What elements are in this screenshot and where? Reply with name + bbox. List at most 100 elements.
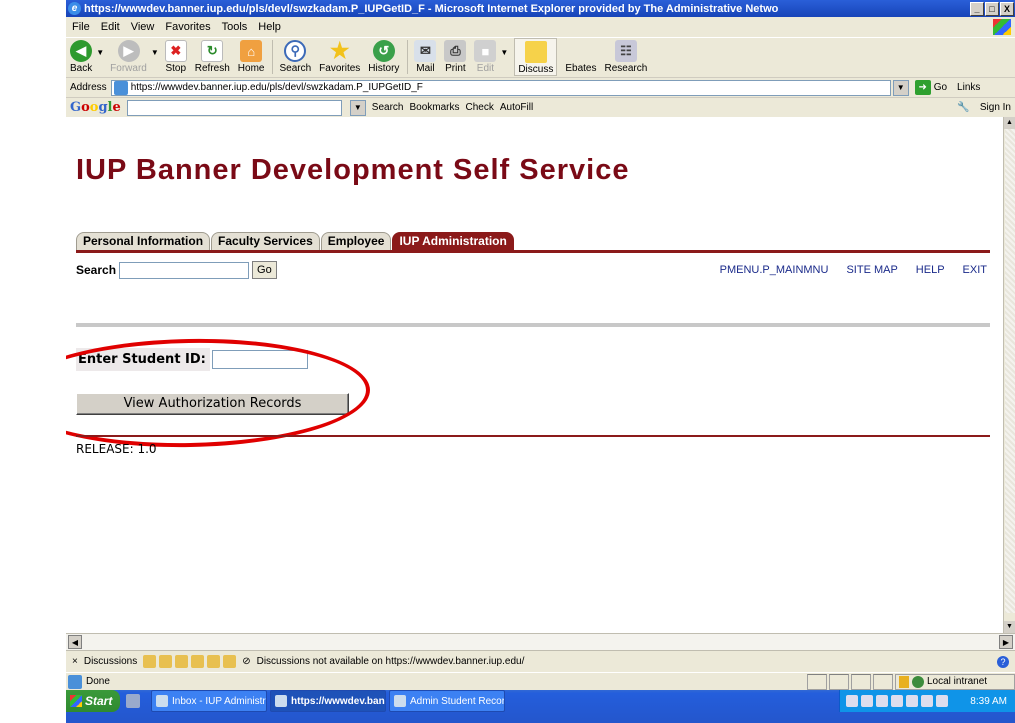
back-dropdown-icon[interactable]: ▼ [96, 48, 104, 57]
scroll-left-icon[interactable]: ◀ [68, 635, 82, 649]
refresh-button[interactable]: ↻ Refresh [195, 38, 230, 74]
discussion-icon[interactable] [207, 655, 221, 668]
discussion-icon[interactable] [223, 655, 237, 668]
scroll-right-icon[interactable]: ▶ [999, 635, 1013, 649]
ebates-button[interactable]: Ebates [565, 38, 596, 74]
task-browser[interactable]: https://wwwdev.ban... [270, 690, 386, 712]
tray-icon[interactable] [936, 695, 948, 707]
address-label: Address [70, 82, 107, 93]
discussion-icon[interactable] [191, 655, 205, 668]
scroll-up-icon[interactable]: ▲ [1004, 117, 1015, 129]
start-button[interactable]: Start [66, 690, 120, 712]
tray-icon[interactable] [891, 695, 903, 707]
status-cell [873, 673, 893, 690]
back-label: Back [70, 63, 93, 74]
edit-button[interactable]: ■ Edit [474, 38, 497, 74]
ie-icon: e [68, 2, 81, 15]
tab-faculty-services[interactable]: Faculty Services [211, 232, 320, 250]
stop-button[interactable]: ✖ Stop [164, 38, 187, 74]
discussions-menu[interactable]: Discussions [84, 656, 137, 667]
quick-launch[interactable] [126, 690, 148, 712]
window-title-bar[interactable]: e https://wwwdev.banner.iup.edu/pls/devl… [66, 0, 1015, 17]
link-main-menu[interactable]: PMENU.P_MAINMNU [720, 264, 829, 276]
clock[interactable]: 8:39 AM [970, 696, 1007, 707]
word-icon [394, 695, 406, 707]
address-dropdown-icon[interactable]: ▼ [892, 79, 909, 96]
google-dropdown-icon[interactable]: ▼ [349, 99, 366, 116]
google-sign-in-button[interactable]: Sign In [980, 102, 1011, 113]
print-button[interactable]: ⎙ Print [444, 38, 467, 74]
favorites-button[interactable]: ★ Favorites [319, 38, 360, 74]
task-label: Admin Student Record R... [410, 695, 505, 707]
security-zone[interactable]: Local intranet [895, 673, 1015, 690]
scroll-down-icon[interactable]: ▼ [1004, 621, 1015, 633]
discussion-icon[interactable] [159, 655, 173, 668]
back-arrow-icon: ◀ [70, 40, 93, 62]
tray-icon[interactable] [876, 695, 888, 707]
discussion-icon[interactable] [175, 655, 189, 668]
address-input[interactable]: https://wwwdev.banner.iup.edu/pls/devl/s… [110, 79, 891, 96]
link-exit[interactable]: EXIT [963, 264, 987, 276]
forward-dropdown-icon[interactable]: ▼ [151, 48, 159, 57]
zone-label: Local intranet [927, 676, 988, 687]
tab-personal-information[interactable]: Personal Information [76, 232, 211, 250]
tray-icon[interactable] [846, 695, 858, 707]
tab-employee[interactable]: Employee [320, 232, 392, 250]
edit-dropdown-icon[interactable]: ▼ [500, 48, 508, 57]
menu-tools[interactable]: Tools [222, 21, 248, 33]
google-search-input[interactable] [126, 99, 342, 116]
google-bookmarks-button[interactable]: Bookmarks [409, 102, 459, 113]
menu-view[interactable]: View [131, 21, 155, 33]
mail-button[interactable]: ✉ Mail [414, 38, 437, 74]
task-inbox[interactable]: Inbox - IUP Administrativ... [151, 690, 267, 712]
history-button[interactable]: ↺ History [368, 38, 399, 74]
google-search-button[interactable]: Search [372, 102, 404, 113]
taskbar: Start Inbox - IUP Administrativ... https… [66, 690, 1015, 723]
link-site-map[interactable]: SITE MAP [846, 264, 897, 276]
close-button[interactable]: X [1000, 1, 1014, 16]
forward-button[interactable]: ▶ Forward [110, 38, 147, 74]
tray-icon[interactable] [906, 695, 918, 707]
search-go-button[interactable]: Go [252, 261, 277, 279]
release-text: RELEASE: 1.0 [76, 442, 157, 456]
links-toolbar[interactable]: Links [957, 82, 980, 93]
menu-file[interactable]: File [72, 21, 90, 33]
discussions-close-button[interactable]: × [72, 656, 78, 667]
back-button[interactable]: ◀ Back [70, 38, 92, 74]
home-label: Home [237, 63, 265, 74]
search-input[interactable] [119, 261, 250, 279]
research-label: Research [604, 63, 648, 74]
vertical-scrollbar[interactable]: ▲ ▼ [1003, 117, 1015, 633]
edit-label: Edit [476, 63, 495, 74]
tray-icon[interactable] [861, 695, 873, 707]
task-word-document[interactable]: Admin Student Record R... [389, 690, 505, 712]
search-button[interactable]: ⚲ Search [279, 38, 311, 74]
stop-label: Stop [165, 63, 187, 74]
menu-edit[interactable]: Edit [101, 21, 120, 33]
maximize-button[interactable]: □ [985, 1, 999, 16]
minimize-button[interactable]: _ [970, 1, 984, 16]
link-help[interactable]: HELP [916, 264, 945, 276]
menu-favorites[interactable]: Favorites [165, 21, 210, 33]
horizontal-scrollbar[interactable]: ◀ ▶ [66, 633, 1015, 650]
discussion-icon[interactable] [143, 655, 157, 668]
google-check-button[interactable]: Check [465, 102, 493, 113]
help-icon[interactable]: ? [997, 655, 1009, 668]
discuss-icon [524, 41, 547, 63]
go-button[interactable]: ➜ Go [914, 80, 947, 95]
scroll-track[interactable] [1005, 129, 1015, 613]
research-icon: ☷ [614, 40, 637, 62]
discuss-button[interactable]: Discuss [514, 38, 558, 76]
menu-help[interactable]: Help [258, 21, 281, 33]
ebates-label: Ebates [565, 63, 597, 74]
home-button[interactable]: ⌂ Home [237, 38, 265, 74]
discussions-bar: × Discussions ⊘ Discussions not availabl… [66, 650, 1015, 672]
tab-iup-administration[interactable]: IUP Administration [392, 232, 514, 250]
wrench-icon[interactable]: 🔧 [957, 102, 969, 113]
mail-label: Mail [416, 63, 435, 74]
window-title: https://wwwdev.banner.iup.edu/pls/devl/s… [84, 2, 779, 15]
google-autofill-button[interactable]: AutoFill [500, 102, 533, 113]
tray-icon[interactable] [921, 695, 933, 707]
history-icon: ↺ [372, 40, 395, 62]
research-button[interactable]: ☷ Research [604, 38, 647, 74]
